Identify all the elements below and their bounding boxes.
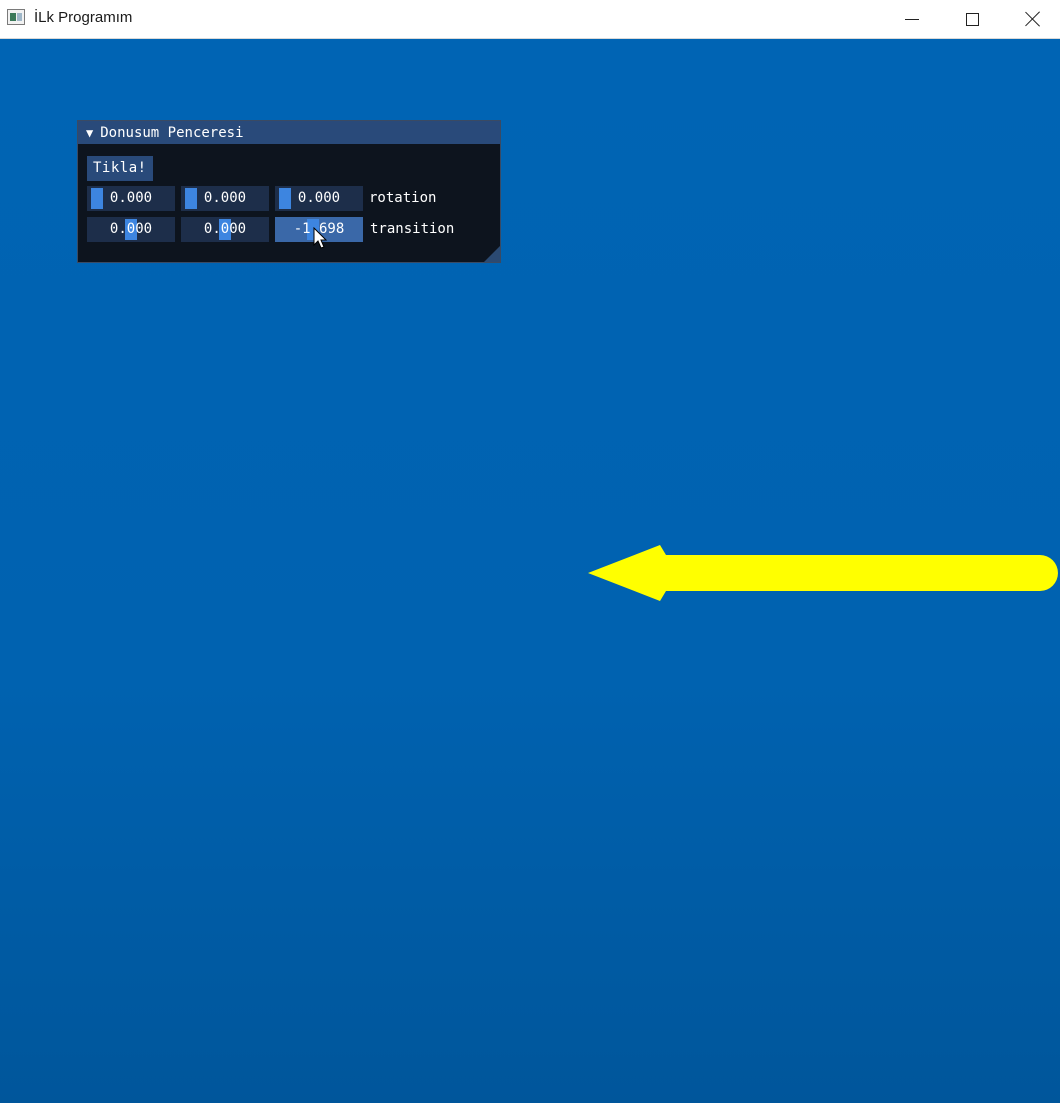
rotation-x-field[interactable]: 0.000 — [87, 186, 175, 211]
triangle-down-icon[interactable]: ▼ — [86, 126, 93, 140]
transition-y-field[interactable]: 0.000 — [181, 217, 269, 242]
rotation-label: rotation — [369, 190, 437, 206]
rotation-z-field[interactable]: 0.000 — [275, 186, 363, 211]
drag-grab[interactable] — [91, 188, 103, 209]
rotation-y-value: 0.000 — [203, 190, 247, 206]
transition-label: transition — [370, 221, 455, 237]
resize-grip[interactable] — [484, 246, 500, 262]
rotation-y-field[interactable]: 0.000 — [181, 186, 269, 211]
transform-panel[interactable]: ▼ Donusum Penceresi Tikla! 0.000 0.000 0… — [77, 120, 501, 263]
tikla-button[interactable]: Tikla! — [87, 156, 153, 181]
arrow-body — [588, 545, 1058, 601]
rotation-z-value: 0.000 — [297, 190, 341, 206]
panel-title: Donusum Penceresi — [100, 124, 244, 141]
transition-y-value: 0.000 — [203, 221, 247, 237]
transition-x-value: 0.000 — [109, 221, 153, 237]
transition-x-field[interactable]: 0.000 — [87, 217, 175, 242]
drag-grab[interactable] — [279, 188, 291, 209]
mouse-pointer-icon — [313, 227, 328, 249]
drag-grab[interactable] — [185, 188, 197, 209]
panel-titlebar[interactable]: ▼ Donusum Penceresi — [78, 121, 500, 144]
rotation-x-value: 0.000 — [109, 190, 153, 206]
